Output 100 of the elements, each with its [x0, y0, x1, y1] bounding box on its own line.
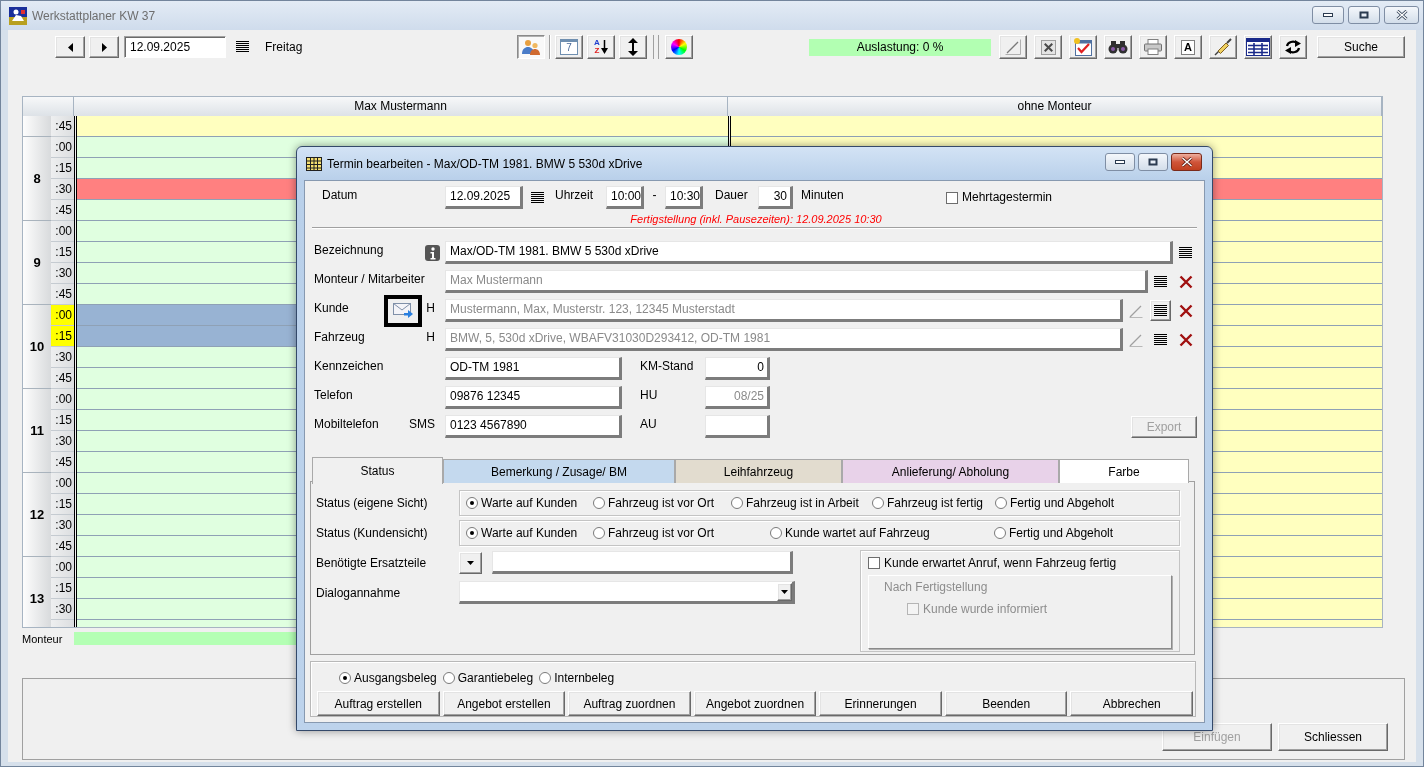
- radio-icon[interactable]: [593, 527, 605, 539]
- text-field[interactable]: 09876 12345: [445, 386, 622, 409]
- dropdown-button[interactable]: [777, 582, 792, 601]
- list-icon[interactable]: [1179, 246, 1192, 259]
- radio-option[interactable]: Kunde wartet auf Fahrzeug: [770, 526, 930, 540]
- text-field[interactable]: [705, 415, 770, 438]
- edit-button[interactable]: [999, 35, 1027, 59]
- date-field[interactable]: 12.09.2025: [124, 36, 226, 58]
- search-button[interactable]: Suche: [1317, 36, 1405, 58]
- radio-icon[interactable]: [593, 497, 605, 509]
- delete-icon[interactable]: [1178, 332, 1193, 347]
- calendar-button[interactable]: 7: [555, 35, 583, 59]
- date-field[interactable]: 12.09.2025: [445, 186, 523, 209]
- radio-icon[interactable]: [994, 527, 1006, 539]
- table-button[interactable]: [1244, 35, 1272, 59]
- radio-icon[interactable]: [539, 672, 552, 684]
- maximize-button[interactable]: [1138, 152, 1168, 171]
- refresh-button[interactable]: [1279, 35, 1307, 59]
- x-box-icon: [1040, 39, 1056, 55]
- list-icon[interactable]: [1154, 333, 1167, 346]
- font-button[interactable]: A: [1174, 35, 1202, 59]
- radio-icon[interactable]: [872, 497, 884, 509]
- list-button[interactable]: [1150, 300, 1171, 321]
- tab[interactable]: Leihfahrzeug: [675, 459, 842, 483]
- list-icon[interactable]: [236, 41, 249, 53]
- field-label: Telefon: [314, 387, 353, 404]
- maximize-button[interactable]: [1348, 5, 1380, 24]
- text-field[interactable]: 08/25: [705, 386, 770, 409]
- row-height-button[interactable]: [619, 35, 647, 59]
- action-button[interactable]: Abbrechen: [1070, 691, 1194, 716]
- radio-option[interactable]: Internbeleg: [539, 671, 615, 685]
- time-slot[interactable]: [77, 116, 728, 137]
- combo-box[interactable]: [459, 581, 795, 604]
- radio-option[interactable]: Fertig und Abgeholt: [994, 526, 1114, 540]
- text-field[interactable]: Max/OD-TM 1981. BMW 5 530d xDrive: [445, 241, 1173, 264]
- action-button[interactable]: Angebot erstellen: [442, 691, 566, 716]
- field-label: Fahrzeug: [314, 329, 365, 346]
- action-button[interactable]: Auftrag zuordnen: [568, 691, 691, 716]
- mail-button[interactable]: [384, 294, 423, 327]
- action-button[interactable]: Erinnerungen: [819, 691, 942, 716]
- delete-icon[interactable]: [1178, 274, 1193, 289]
- checkbox-icon[interactable]: [946, 191, 958, 204]
- text-field[interactable]: 0123 4567890: [445, 415, 622, 438]
- radio-option[interactable]: Fahrzeug ist fertig: [872, 496, 984, 510]
- action-button[interactable]: Beenden: [944, 691, 1068, 716]
- radio-option[interactable]: Fahrzeug ist vor Ort: [593, 496, 715, 510]
- time-slot[interactable]: [731, 116, 1382, 137]
- sort-button[interactable]: A Z: [587, 35, 615, 59]
- checkbox-option[interactable]: Kunde erwartet Anruf, wenn Fahrzeug fertig: [868, 556, 1117, 570]
- close-button[interactable]: [1384, 5, 1419, 24]
- delete-button[interactable]: [1034, 35, 1062, 59]
- radio-option[interactable]: Ausgangsbeleg: [339, 671, 437, 685]
- tab[interactable]: Status: [312, 457, 443, 484]
- radio-icon[interactable]: [442, 672, 455, 684]
- radio-option[interactable]: Fahrzeug ist vor Ort: [593, 526, 715, 540]
- radio-icon[interactable]: [339, 672, 351, 684]
- action-button[interactable]: Schliessen: [1278, 723, 1388, 751]
- duration-field[interactable]: 30: [758, 186, 793, 209]
- radio-option[interactable]: Fahrzeug ist in Arbeit: [731, 496, 859, 510]
- find-button[interactable]: [1104, 35, 1132, 59]
- radio-option[interactable]: Garantiebeleg: [442, 671, 534, 685]
- tab[interactable]: Bemerkung / Zusage/ BM: [443, 459, 675, 483]
- radio-icon[interactable]: [995, 497, 1007, 509]
- time-field[interactable]: 10:30: [665, 186, 703, 209]
- minute-label: :45: [51, 200, 74, 221]
- text-field[interactable]: Mustermann, Max, Musterstr. 123, 12345 Musterstadt: [445, 299, 1123, 322]
- radio-icon[interactable]: [770, 527, 782, 539]
- minimize-button[interactable]: [1312, 5, 1344, 24]
- text-field[interactable]: Max Mustermann: [445, 270, 1148, 293]
- dropdown-button[interactable]: [459, 551, 482, 574]
- color-button[interactable]: [665, 35, 693, 59]
- minimize-button[interactable]: [1105, 152, 1135, 171]
- text-field[interactable]: BMW, 5, 530d xDrive, WBAFV31030D293412, OD-TM 1981: [445, 328, 1123, 351]
- radio-icon[interactable]: [466, 527, 478, 539]
- text-field[interactable]: [492, 551, 793, 574]
- radio-option[interactable]: Warte auf Kunden: [466, 526, 578, 540]
- close-button[interactable]: [1171, 152, 1202, 171]
- checkbox-option[interactable]: Mehrtagestermin: [946, 188, 1053, 207]
- text-field[interactable]: OD-TM 1981: [445, 357, 622, 380]
- syringe-button[interactable]: [1209, 35, 1237, 59]
- next-button[interactable]: [89, 36, 119, 58]
- tab[interactable]: Farbe: [1059, 459, 1189, 483]
- info-icon[interactable]: [425, 244, 440, 261]
- radio-icon[interactable]: [731, 497, 743, 509]
- radio-option[interactable]: Warte auf Kunden: [466, 496, 578, 510]
- checkbox-icon[interactable]: [868, 557, 880, 569]
- action-button[interactable]: Angebot zuordnen: [693, 691, 817, 716]
- time-field[interactable]: 10:00: [606, 186, 644, 209]
- list-icon[interactable]: [1154, 275, 1167, 288]
- list-icon[interactable]: [531, 191, 544, 204]
- previous-button[interactable]: [55, 36, 85, 58]
- tab[interactable]: Anlieferung/ Abholung: [842, 459, 1059, 483]
- action-button[interactable]: Auftrag erstellen: [317, 691, 440, 716]
- calendar-check-button[interactable]: [1069, 35, 1097, 59]
- people-button[interactable]: [517, 35, 545, 59]
- radio-option[interactable]: Fertig und Abgeholt: [995, 496, 1115, 510]
- radio-icon[interactable]: [466, 497, 478, 509]
- delete-icon[interactable]: [1178, 303, 1193, 318]
- print-button[interactable]: [1139, 35, 1167, 59]
- text-field[interactable]: 0: [705, 357, 770, 380]
